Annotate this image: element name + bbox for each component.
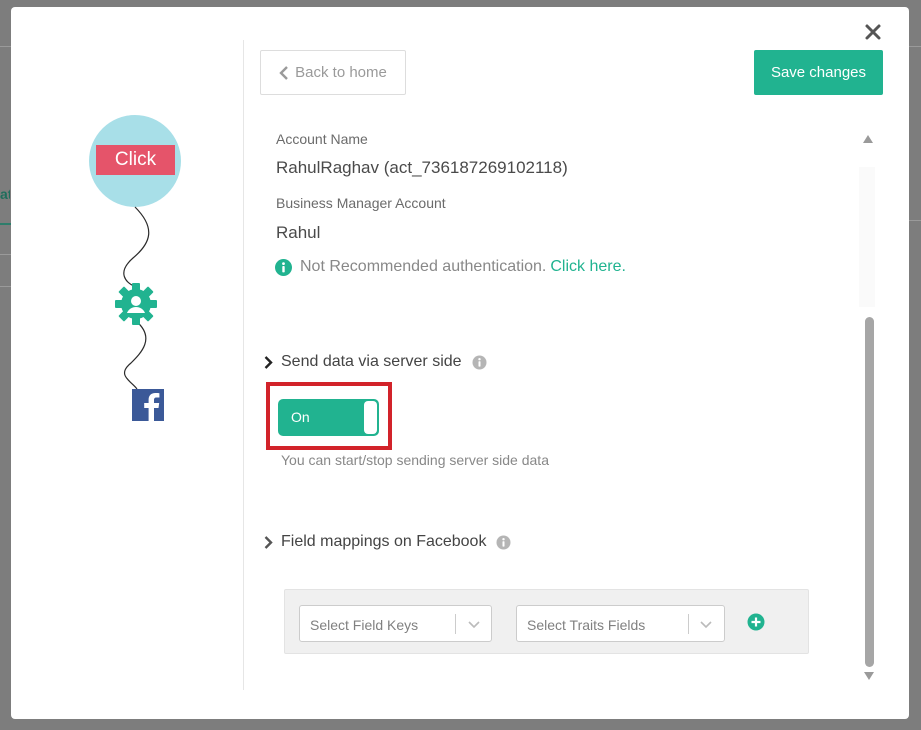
field-mappings-heading: Field mappings on Facebook: [281, 533, 487, 550]
traits-fields-select[interactable]: Select Traits Fields: [516, 605, 725, 642]
account-name-label: Account Name: [276, 131, 368, 147]
field-mappings-section-toggle[interactable]: Field mappings on Facebook: [264, 533, 511, 551]
field-mapping-row: Select Field Keys Select Traits Fields: [284, 589, 809, 654]
flow-connector: [124, 320, 147, 390]
scrollbar-track: [859, 167, 875, 307]
server-side-toggle[interactable]: On: [278, 399, 379, 436]
scroll-down-arrow-icon[interactable]: [864, 672, 874, 680]
auth-notice-link[interactable]: Click here.: [550, 258, 626, 276]
flow-connector: [123, 206, 150, 288]
scroll-up-arrow-icon[interactable]: [863, 135, 873, 143]
chevron-right-icon: [264, 355, 273, 369]
facebook-icon: [132, 389, 164, 421]
toggle-state-label: On: [291, 409, 310, 425]
info-circle-icon[interactable]: [496, 535, 511, 550]
server-side-help-text: You can start/stop sending server side d…: [281, 452, 549, 468]
business-manager-label: Business Manager Account: [276, 195, 446, 211]
integration-settings-modal: Click Back to home Save changes Account …: [11, 7, 909, 719]
chevron-left-icon: [279, 65, 288, 80]
auth-notice: Not Recommended authentication. Click he…: [275, 258, 626, 276]
chevron-right-icon: [264, 535, 273, 549]
chevron-down-icon: [468, 621, 480, 629]
account-name-value: RahulRaghav (act_736187269102118): [276, 158, 568, 177]
back-to-home-button[interactable]: Back to home: [260, 50, 406, 95]
toggle-knob: [364, 401, 377, 434]
business-manager-value: Rahul: [276, 223, 321, 242]
backdrop-divider: [909, 220, 921, 221]
add-mapping-icon[interactable]: [747, 613, 765, 631]
select-separator: [455, 614, 456, 634]
traits-fields-placeholder: Select Traits Fields: [527, 617, 646, 633]
auth-notice-text: Not Recommended authentication.: [300, 258, 547, 275]
field-keys-select[interactable]: Select Field Keys: [299, 605, 492, 642]
scrollbar-thumb[interactable]: [865, 317, 874, 667]
server-side-section-toggle[interactable]: Send data via server side: [264, 353, 487, 371]
select-separator: [688, 614, 689, 634]
click-trigger-label: Click: [96, 145, 175, 175]
info-icon: [275, 258, 292, 276]
close-icon[interactable]: [863, 22, 883, 42]
info-circle-icon[interactable]: [472, 355, 487, 370]
back-to-home-label: Back to home: [295, 64, 387, 81]
gear-user-icon: [115, 283, 157, 325]
save-changes-button[interactable]: Save changes: [754, 50, 883, 95]
backdrop-tab-fragment: at: [0, 186, 10, 202]
server-side-heading: Send data via server side: [281, 353, 462, 370]
backdrop-divider: [909, 46, 921, 47]
field-keys-placeholder: Select Field Keys: [310, 617, 419, 633]
chevron-down-icon: [700, 621, 712, 629]
panel-divider: [243, 40, 244, 690]
